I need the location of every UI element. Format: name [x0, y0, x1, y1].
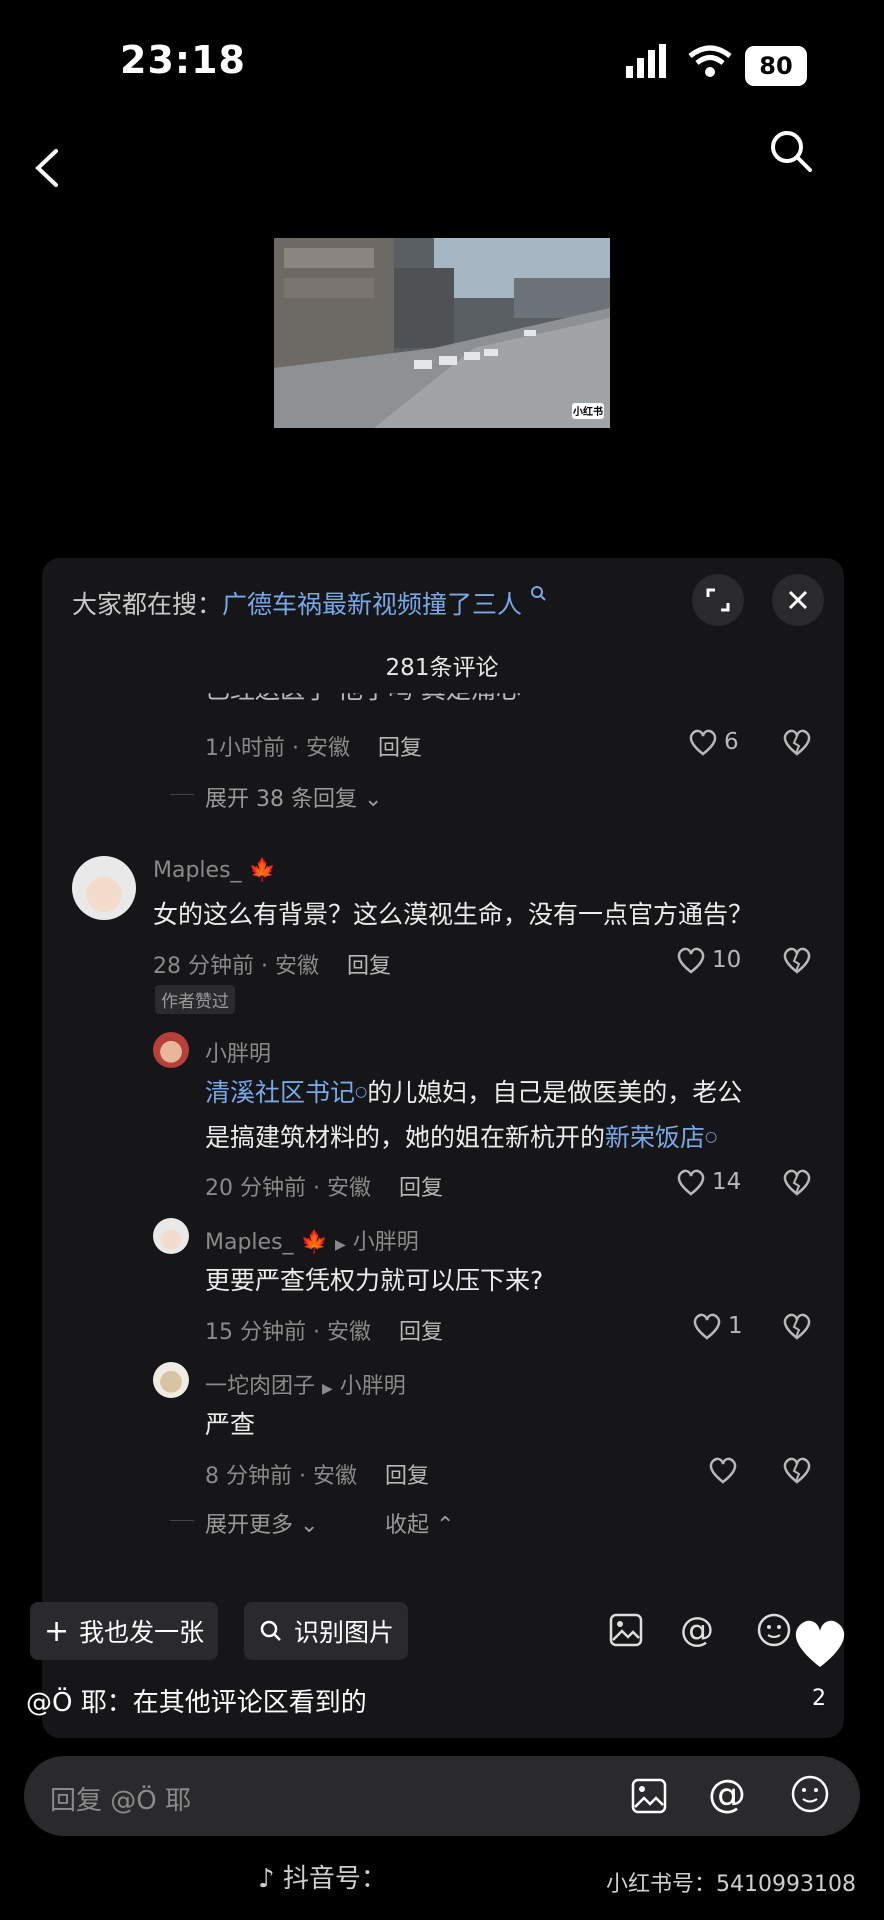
- identify-image-button[interactable]: 识别图片: [244, 1602, 409, 1660]
- comment-count: 281条评论: [385, 655, 499, 681]
- heart-icon: [709, 1457, 737, 1484]
- back-button[interactable]: [30, 145, 64, 195]
- like-button[interactable]: 10: [676, 946, 741, 974]
- dislike-icon[interactable]: [782, 728, 812, 760]
- like-heart-icon[interactable]: [790, 1615, 850, 1675]
- avatar[interactable]: [153, 1362, 189, 1398]
- like-button[interactable]: 14: [676, 1168, 741, 1196]
- reply-button[interactable]: 回复: [378, 736, 422, 761]
- comment-username[interactable]: Maples_ 🍁: [153, 858, 276, 883]
- dislike-icon[interactable]: [782, 946, 812, 978]
- expand-panel-button[interactable]: [692, 574, 744, 626]
- comment-meta: 20 分钟前 · 安徽 回复: [205, 1176, 443, 1201]
- reply-arrow-icon: ▶: [322, 1381, 333, 1397]
- hot-search-bar[interactable]: 大家都在搜：广德车祸最新视频撞了三人: [72, 585, 546, 621]
- reply-placeholder: 回复 @Ö 耶: [50, 1786, 191, 1816]
- reply-username[interactable]: Maples_ 🍁 ▶ 小胖明: [205, 1224, 419, 1256]
- emoji-icon[interactable]: [790, 1774, 830, 1818]
- xiaohongshu-watermark: 小红书号：5410993108: [606, 1872, 856, 1897]
- signal-icon: [626, 44, 674, 82]
- xiaohongshu-logo: 小红书: [573, 407, 603, 418]
- reply-arrow-icon: ▶: [334, 1237, 346, 1253]
- maple-leaf-icon: 🍁: [300, 1230, 328, 1255]
- author-liked-badge: 作者赞过: [155, 985, 235, 1014]
- comment-meta: 8 分钟前 · 安徽 回复: [205, 1464, 429, 1489]
- scan-icon: [260, 1620, 281, 1641]
- dislike-icon[interactable]: [782, 1168, 812, 1200]
- heart-icon: [677, 947, 705, 974]
- image-icon[interactable]: [608, 1612, 644, 1652]
- search-link[interactable]: 清溪社区书记: [205, 1078, 355, 1107]
- hot-search-query[interactable]: 广德车祸最新视频撞了三人: [222, 590, 522, 619]
- post-image-button[interactable]: + 我也发一张: [30, 1602, 219, 1660]
- reply-button[interactable]: 回复: [399, 1176, 443, 1201]
- image-icon[interactable]: [630, 1777, 668, 1819]
- chevron-down-icon: ⌄: [363, 787, 383, 812]
- like-button[interactable]: 6: [688, 728, 739, 756]
- search-icon[interactable]: [768, 128, 814, 178]
- comment-text: 女的这么有背景？这么漠视生命，没有一点官方通告？: [153, 900, 754, 929]
- comment-meta: 1小时前 · 安徽 回复: [205, 736, 422, 761]
- dislike-icon[interactable]: [782, 1456, 812, 1488]
- close-panel-button[interactable]: [772, 574, 824, 626]
- reply-text: 清溪社区书记○的儿媳妇，自己是做医美的，老公 是搞建筑材料的，她的姐在新杭开的新…: [205, 1078, 743, 1152]
- heart-icon: [693, 1313, 721, 1340]
- expand-more-button[interactable]: 展开更多 ⌄: [205, 1507, 318, 1539]
- divider-line: [170, 794, 194, 795]
- maple-leaf-icon: 🍁: [248, 858, 276, 883]
- search-small-icon: [530, 586, 546, 601]
- reply-username[interactable]: 一坨肉团子 ▶ 小胖明: [205, 1368, 406, 1400]
- reply-username[interactable]: 小胖明: [205, 1036, 271, 1068]
- emoji-icon[interactable]: [756, 1612, 792, 1652]
- collapse-button[interactable]: 收起 ⌃: [385, 1507, 454, 1539]
- reply-button[interactable]: 回复: [385, 1464, 429, 1489]
- like-button[interactable]: 1: [692, 1312, 743, 1340]
- like-button[interactable]: [708, 1456, 744, 1484]
- heart-icon: [677, 1169, 705, 1196]
- plus-icon: +: [44, 1613, 70, 1649]
- avatar[interactable]: [153, 1032, 189, 1068]
- reply-text: 严查: [205, 1410, 256, 1439]
- search-link[interactable]: 新荣饭店: [605, 1123, 705, 1152]
- mention-icon[interactable]: @: [708, 1772, 746, 1816]
- expand-replies-button[interactable]: 展开 38 条回复 ⌄: [205, 781, 382, 813]
- chevron-down-icon: ⌄: [300, 1513, 319, 1538]
- douyin-logo-icon: ♪: [258, 1864, 275, 1894]
- reply-text: 更要严查凭权力就可以压下来?: [205, 1266, 544, 1295]
- heart-icon: [689, 729, 717, 756]
- hot-search-prefix: 大家都在搜：: [72, 590, 223, 619]
- avatar[interactable]: [72, 856, 136, 920]
- avatar[interactable]: [153, 1218, 189, 1254]
- reply-button[interactable]: 回复: [347, 954, 391, 979]
- comment-meta: 15 分钟前 · 安徽 回复: [205, 1320, 443, 1345]
- comment-meta: 28 分钟前 · 安徽 回复: [153, 954, 391, 979]
- video-thumbnail[interactable]: 小红书: [274, 238, 610, 428]
- battery-indicator: 80: [745, 46, 807, 86]
- status-time: 23:18: [120, 38, 246, 82]
- douyin-watermark: ♪ 抖音号：: [258, 1864, 387, 1894]
- chevron-up-icon: ⌃: [436, 1513, 455, 1538]
- mention-icon[interactable]: @: [680, 1610, 714, 1650]
- like-count: 2: [812, 1686, 826, 1711]
- reply-button[interactable]: 回复: [399, 1320, 443, 1345]
- dislike-icon[interactable]: [782, 1312, 812, 1344]
- post-caption: @Ö 耶：在其他评论区看到的: [26, 1688, 367, 1718]
- wifi-icon: [688, 44, 732, 82]
- divider-line: [170, 1520, 194, 1521]
